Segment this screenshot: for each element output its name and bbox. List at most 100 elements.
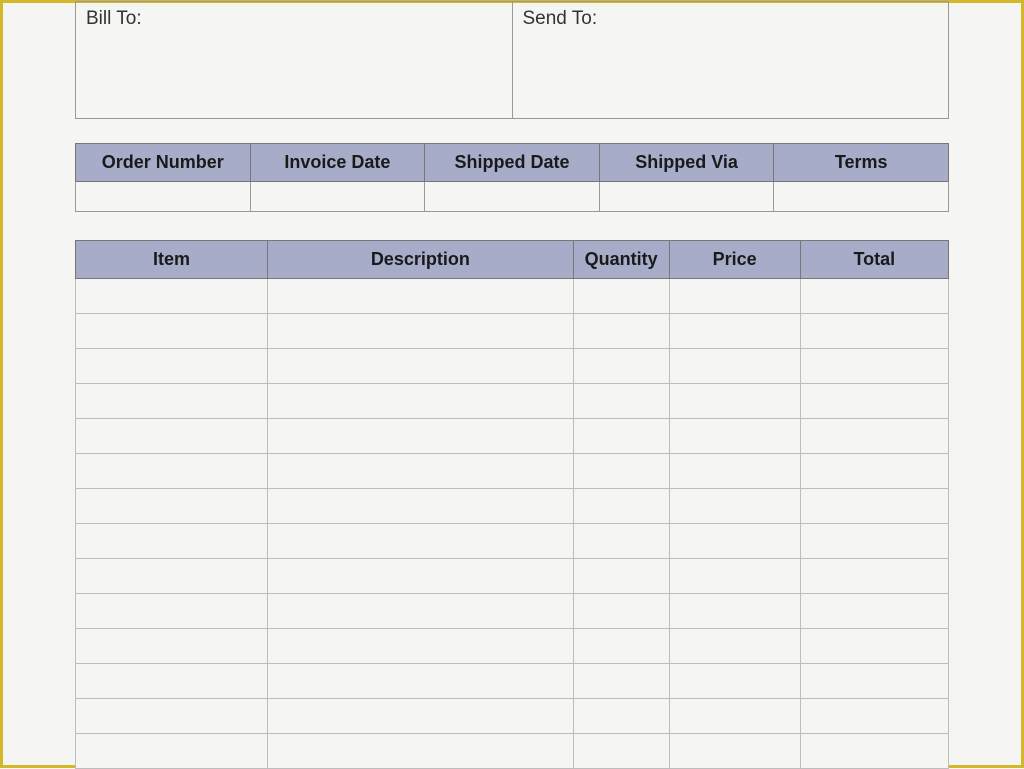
cell-price[interactable] — [669, 629, 800, 664]
cell-total[interactable] — [800, 419, 948, 454]
cell-total[interactable] — [800, 349, 948, 384]
cell-quantity[interactable] — [573, 349, 669, 384]
cell-total[interactable] — [800, 384, 948, 419]
cell-quantity[interactable] — [573, 524, 669, 559]
cell-price[interactable] — [669, 594, 800, 629]
cell-quantity[interactable] — [573, 734, 669, 769]
cell-description[interactable] — [268, 454, 574, 489]
cell-item[interactable] — [76, 594, 268, 629]
header-order-number: Order Number — [76, 144, 251, 182]
cell-total[interactable] — [800, 314, 948, 349]
cell-quantity[interactable] — [573, 314, 669, 349]
cell-price[interactable] — [669, 314, 800, 349]
cell-description[interactable] — [268, 489, 574, 524]
cell-item[interactable] — [76, 349, 268, 384]
cell-total[interactable] — [800, 734, 948, 769]
send-to-cell[interactable]: Send To: — [513, 2, 949, 118]
invoice-page: Bill To: Send To: Order Number Invoice D… — [3, 1, 1021, 769]
cell-description[interactable] — [268, 314, 574, 349]
cell-quantity[interactable] — [573, 454, 669, 489]
cell-shipped-via[interactable] — [599, 182, 774, 212]
cell-price[interactable] — [669, 349, 800, 384]
bill-to-cell[interactable]: Bill To: — [76, 2, 513, 118]
line-item-row — [76, 629, 949, 664]
cell-description[interactable] — [268, 629, 574, 664]
header-price: Price — [669, 241, 800, 279]
cell-description[interactable] — [268, 734, 574, 769]
cell-item[interactable] — [76, 419, 268, 454]
line-item-row — [76, 419, 949, 454]
cell-price[interactable] — [669, 664, 800, 699]
cell-total[interactable] — [800, 559, 948, 594]
cell-total[interactable] — [800, 699, 948, 734]
cell-quantity[interactable] — [573, 419, 669, 454]
cell-item[interactable] — [76, 489, 268, 524]
cell-item[interactable] — [76, 559, 268, 594]
line-item-row — [76, 699, 949, 734]
cell-order-number[interactable] — [76, 182, 251, 212]
cell-quantity[interactable] — [573, 559, 669, 594]
cell-quantity[interactable] — [573, 664, 669, 699]
cell-item[interactable] — [76, 664, 268, 699]
cell-price[interactable] — [669, 489, 800, 524]
cell-quantity[interactable] — [573, 384, 669, 419]
cell-item[interactable] — [76, 734, 268, 769]
cell-item[interactable] — [76, 384, 268, 419]
cell-description[interactable] — [268, 524, 574, 559]
cell-description[interactable] — [268, 279, 574, 314]
cell-price[interactable] — [669, 559, 800, 594]
line-items-table: Item Description Quantity Price Total — [75, 240, 949, 769]
bill-to-label: Bill To: — [86, 8, 142, 29]
cell-total[interactable] — [800, 664, 948, 699]
cell-item[interactable] — [76, 314, 268, 349]
cell-price[interactable] — [669, 454, 800, 489]
cell-total[interactable] — [800, 524, 948, 559]
header-shipped-via: Shipped Via — [599, 144, 774, 182]
line-item-row — [76, 664, 949, 699]
cell-total[interactable] — [800, 454, 948, 489]
cell-item[interactable] — [76, 629, 268, 664]
line-item-row — [76, 279, 949, 314]
cell-quantity[interactable] — [573, 699, 669, 734]
cell-price[interactable] — [669, 384, 800, 419]
cell-description[interactable] — [268, 664, 574, 699]
line-item-row — [76, 734, 949, 769]
line-item-row — [76, 559, 949, 594]
cell-description[interactable] — [268, 384, 574, 419]
send-to-label: Send To: — [523, 8, 598, 29]
cell-quantity[interactable] — [573, 594, 669, 629]
line-item-row — [76, 594, 949, 629]
cell-price[interactable] — [669, 524, 800, 559]
cell-quantity[interactable] — [573, 629, 669, 664]
cell-description[interactable] — [268, 349, 574, 384]
cell-description[interactable] — [268, 559, 574, 594]
header-item: Item — [76, 241, 268, 279]
cell-description[interactable] — [268, 419, 574, 454]
cell-price[interactable] — [669, 279, 800, 314]
cell-total[interactable] — [800, 279, 948, 314]
cell-price[interactable] — [669, 734, 800, 769]
cell-item[interactable] — [76, 524, 268, 559]
cell-quantity[interactable] — [573, 279, 669, 314]
line-item-row — [76, 489, 949, 524]
cell-terms[interactable] — [774, 182, 949, 212]
order-summary-row — [76, 182, 949, 212]
cell-shipped-date[interactable] — [425, 182, 600, 212]
cell-item[interactable] — [76, 279, 268, 314]
cell-item[interactable] — [76, 454, 268, 489]
cell-price[interactable] — [669, 419, 800, 454]
line-item-row — [76, 349, 949, 384]
cell-description[interactable] — [268, 699, 574, 734]
cell-total[interactable] — [800, 594, 948, 629]
cell-description[interactable] — [268, 594, 574, 629]
cell-total[interactable] — [800, 489, 948, 524]
cell-item[interactable] — [76, 699, 268, 734]
cell-price[interactable] — [669, 699, 800, 734]
cell-quantity[interactable] — [573, 489, 669, 524]
line-item-row — [76, 314, 949, 349]
cell-invoice-date[interactable] — [250, 182, 425, 212]
header-terms: Terms — [774, 144, 949, 182]
header-shipped-date: Shipped Date — [425, 144, 600, 182]
cell-total[interactable] — [800, 629, 948, 664]
address-block: Bill To: Send To: — [75, 1, 949, 119]
